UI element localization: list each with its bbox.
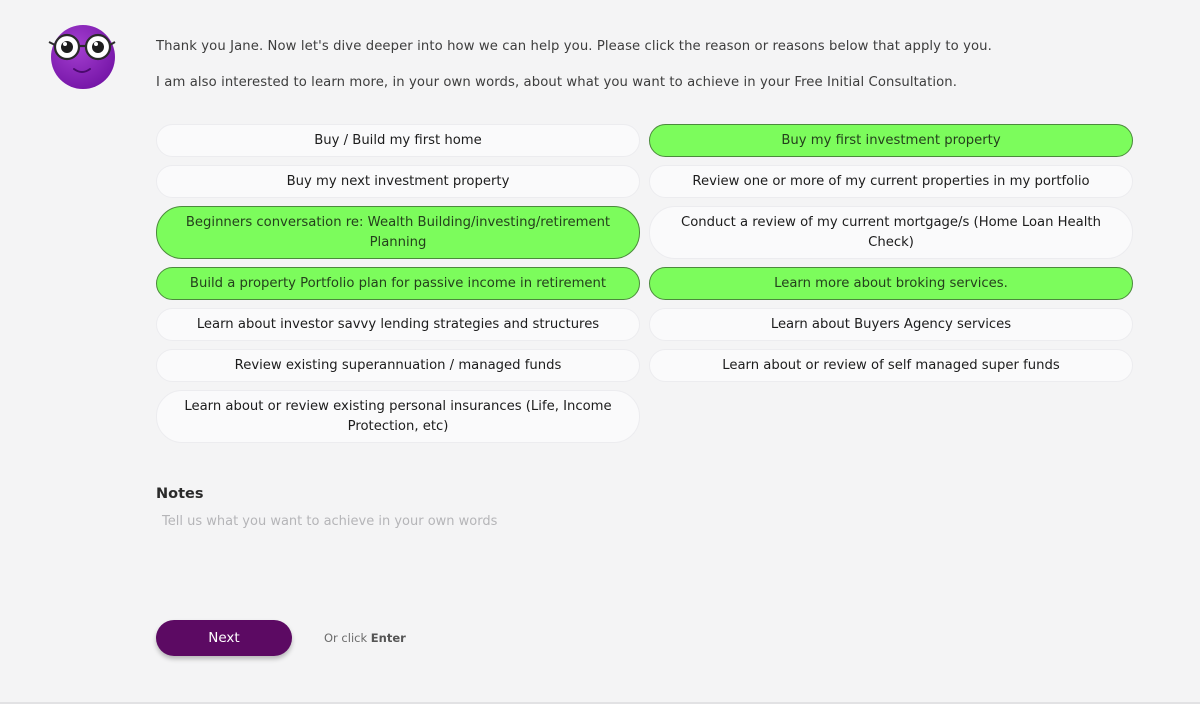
option-buyers-agency-services[interactable]: Learn about Buyers Agency services xyxy=(649,308,1133,341)
consultation-form-page: Thank you Jane. Now let's dive deeper in… xyxy=(0,0,1200,704)
intro-line-1: Thank you Jane. Now let's dive deeper in… xyxy=(156,39,992,54)
option-investor-lending-strategies[interactable]: Learn about investor savvy lending strat… xyxy=(156,308,640,341)
enter-hint-prefix: Or click xyxy=(324,631,368,645)
reason-options-grid: Buy / Build my first home Buy my first i… xyxy=(156,124,1133,443)
enter-hint: Or click Enter xyxy=(324,631,406,645)
option-beginners-conversation[interactable]: Beginners conversation re: Wealth Buildi… xyxy=(156,206,640,259)
option-personal-insurances[interactable]: Learn about or review existing personal … xyxy=(156,390,640,443)
notes-label: Notes xyxy=(156,486,204,502)
option-superannuation-review[interactable]: Review existing superannuation / managed… xyxy=(156,349,640,382)
option-portfolio-plan[interactable]: Build a property Portfolio plan for pass… xyxy=(156,267,640,300)
option-smsf-review[interactable]: Learn about or review of self managed su… xyxy=(649,349,1133,382)
mascot-avatar-icon xyxy=(46,23,116,91)
option-buy-next-investment-property[interactable]: Buy my next investment property xyxy=(156,165,640,198)
option-buy-first-investment-property[interactable]: Buy my first investment property xyxy=(649,124,1133,157)
option-buy-build-first-home[interactable]: Buy / Build my first home xyxy=(156,124,640,157)
option-review-current-properties[interactable]: Review one or more of my current propert… xyxy=(649,165,1133,198)
option-broking-services[interactable]: Learn more about broking services. xyxy=(649,267,1133,300)
intro-text: Thank you Jane. Now let's dive deeper in… xyxy=(156,38,1156,92)
next-button[interactable]: Next xyxy=(156,620,292,656)
enter-key-label: Enter xyxy=(370,631,406,645)
option-mortgage-review[interactable]: Conduct a review of my current mortgage/… xyxy=(649,206,1133,259)
notes-input[interactable] xyxy=(156,512,1068,576)
intro-line-2: I am also interested to learn more, in y… xyxy=(156,75,958,90)
